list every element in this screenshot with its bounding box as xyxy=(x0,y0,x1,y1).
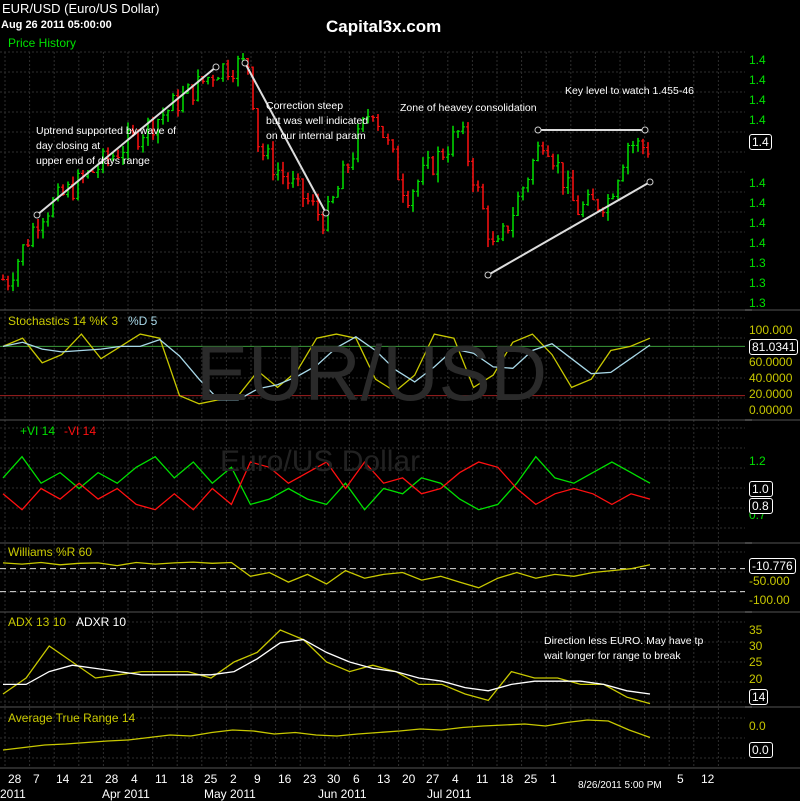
stoch-tick: 20.0000 xyxy=(749,387,793,401)
stoch-tick: 100.000 xyxy=(749,323,793,337)
price-tick: 1.4 xyxy=(749,196,766,210)
adxr-label: ADXR 10 xyxy=(76,615,127,629)
x-tick-day: 4 xyxy=(131,772,138,786)
trend-line-handle xyxy=(641,126,649,134)
annotation-zone: Zone of heavey consolidation xyxy=(400,102,537,114)
price-tick: 1.4 xyxy=(749,93,766,107)
x-tick-day: 30 xyxy=(327,772,341,786)
vi-plus-label: +VI 14 xyxy=(20,424,56,438)
price-tick: 1.3 xyxy=(749,296,766,310)
williams-panel-label: Williams %R 60 xyxy=(8,545,93,559)
trend-line-handle xyxy=(484,271,492,279)
vi-tick: 1.2 xyxy=(749,454,766,468)
x-tick-day: 6 xyxy=(353,772,360,786)
x-tick-day: 25 xyxy=(204,772,218,786)
stoch-d-label: %D 5 xyxy=(128,314,158,328)
price-tick: 1.4 xyxy=(749,113,766,127)
x-tick-month: Apr 2011 xyxy=(102,787,150,801)
timestamp: Aug 26 2011 05:00:00 xyxy=(1,19,112,31)
x-tick-day: 23 xyxy=(303,772,317,786)
trend-line-handle xyxy=(212,63,220,71)
williams-tick: -50.000 xyxy=(749,574,790,588)
x-tick-day: 27 xyxy=(426,772,440,786)
x-tick-day: 2 xyxy=(230,772,237,786)
adx-tick: 35 xyxy=(749,623,763,637)
adx-tick: 25 xyxy=(749,655,763,669)
adx-panel-label: ADX 13 10 xyxy=(8,615,67,629)
trend-line-handle xyxy=(534,126,542,134)
price-panel-label: Price History xyxy=(8,36,77,50)
x-tick-month: May 2011 xyxy=(204,787,256,801)
x-tick-day: 4 xyxy=(452,772,459,786)
x-tick-day: 28 xyxy=(8,772,22,786)
x-tick-day: 21 xyxy=(80,772,94,786)
x-tick-day: 28 xyxy=(105,772,119,786)
williams-tick: -100.00 xyxy=(749,593,790,607)
price-current-value: 1.4 xyxy=(749,134,772,150)
annotation-line: but was well indicated xyxy=(266,115,369,127)
x-tick-day: 18 xyxy=(500,772,514,786)
x-tick-day: 16 xyxy=(278,772,292,786)
x-tick-day: 13 xyxy=(377,772,391,786)
atr-tick: 0.0 xyxy=(749,719,766,733)
annotation-line: upper end of days range xyxy=(36,155,150,167)
x-tick-month: Jun 2011 xyxy=(318,787,367,801)
adx-current-value: 14 xyxy=(749,689,769,705)
price-tick: 1.4 xyxy=(749,53,766,67)
trend-line-handle xyxy=(322,209,330,217)
annotation-line: wait longer for range to break xyxy=(544,650,681,662)
price-tick: 1.4 xyxy=(749,216,766,230)
price-tick: 1.3 xyxy=(749,256,766,270)
stoch-tick: 60.0000 xyxy=(749,355,793,369)
annotation-key-level: Key level to watch 1.455-46 xyxy=(565,85,694,97)
stoch-current-value: 81.0341 xyxy=(749,339,799,355)
annotation-line: Uptrend supported by wave of xyxy=(36,125,177,137)
price-tick: 1.4 xyxy=(749,176,766,190)
x-tick-day: 11 xyxy=(476,772,489,786)
williams-line xyxy=(2,561,651,589)
x-tick-day: 5 xyxy=(677,772,684,786)
x-tick-month: Mar 2011 xyxy=(0,787,26,801)
williams-current-value: -10.776 xyxy=(749,558,796,574)
vi-minus-current: 0.8 xyxy=(749,498,773,514)
annotation-line: day closing at xyxy=(36,140,101,152)
x-tick-month: Jul 2011 xyxy=(427,787,472,801)
stoch-tick: 40.0000 xyxy=(749,371,793,385)
vi-plus-current: 1.0 xyxy=(749,481,773,497)
x-tick-day: 1 xyxy=(550,772,557,786)
annotation-direction: Direction less EURO. May have tp wait lo… xyxy=(544,634,703,664)
annotation-correction: Correction steep but was well indicated … xyxy=(266,99,368,144)
atr-current-value: 0.0 xyxy=(749,742,773,758)
price-tick: 1.3 xyxy=(749,276,766,290)
vi-minus-label: -VI 14 xyxy=(64,424,97,438)
chart-title: EUR/USD (Euro/US Dollar) xyxy=(2,1,160,16)
annotation-line: Direction less EURO. May have tp xyxy=(544,635,704,647)
price-tick: 1.4 xyxy=(749,73,766,87)
watermark-symbol: EUR/USD xyxy=(196,329,548,417)
x-tick-day: 25 xyxy=(524,772,538,786)
trend-line-handle xyxy=(241,59,249,67)
annotation-line: Correction steep xyxy=(266,100,344,112)
adx-tick: 20 xyxy=(749,672,763,686)
annotation-uptrend: Uptrend supported by wave of day closing… xyxy=(36,124,176,169)
trend-line-handle xyxy=(646,178,654,186)
atr-panel-label: Average True Range 14 xyxy=(8,711,136,725)
x-tick-day: 11 xyxy=(155,772,168,786)
x-tick-day: 7 xyxy=(33,772,40,786)
price-tick: 1.4 xyxy=(749,236,766,250)
cursor-time: 8/26/2011 5:00 PM xyxy=(578,780,662,791)
x-tick-day: 20 xyxy=(402,772,416,786)
annotation-line: on our internal param xyxy=(266,130,366,142)
x-tick-day: 14 xyxy=(56,772,70,786)
stoch-panel-label: Stochastics 14 %K 3 xyxy=(8,314,119,328)
stoch-tick: 0.00000 xyxy=(749,403,793,417)
trend-line-handle xyxy=(33,211,41,219)
adx-tick: 30 xyxy=(749,639,763,653)
watermark-name: Euro/US Dollar xyxy=(220,445,421,478)
x-tick-day: 18 xyxy=(180,772,194,786)
x-tick-day: 9 xyxy=(254,772,261,786)
brand-logo: Capital3x.com xyxy=(326,17,442,36)
x-tick-day: 12 xyxy=(701,772,715,786)
